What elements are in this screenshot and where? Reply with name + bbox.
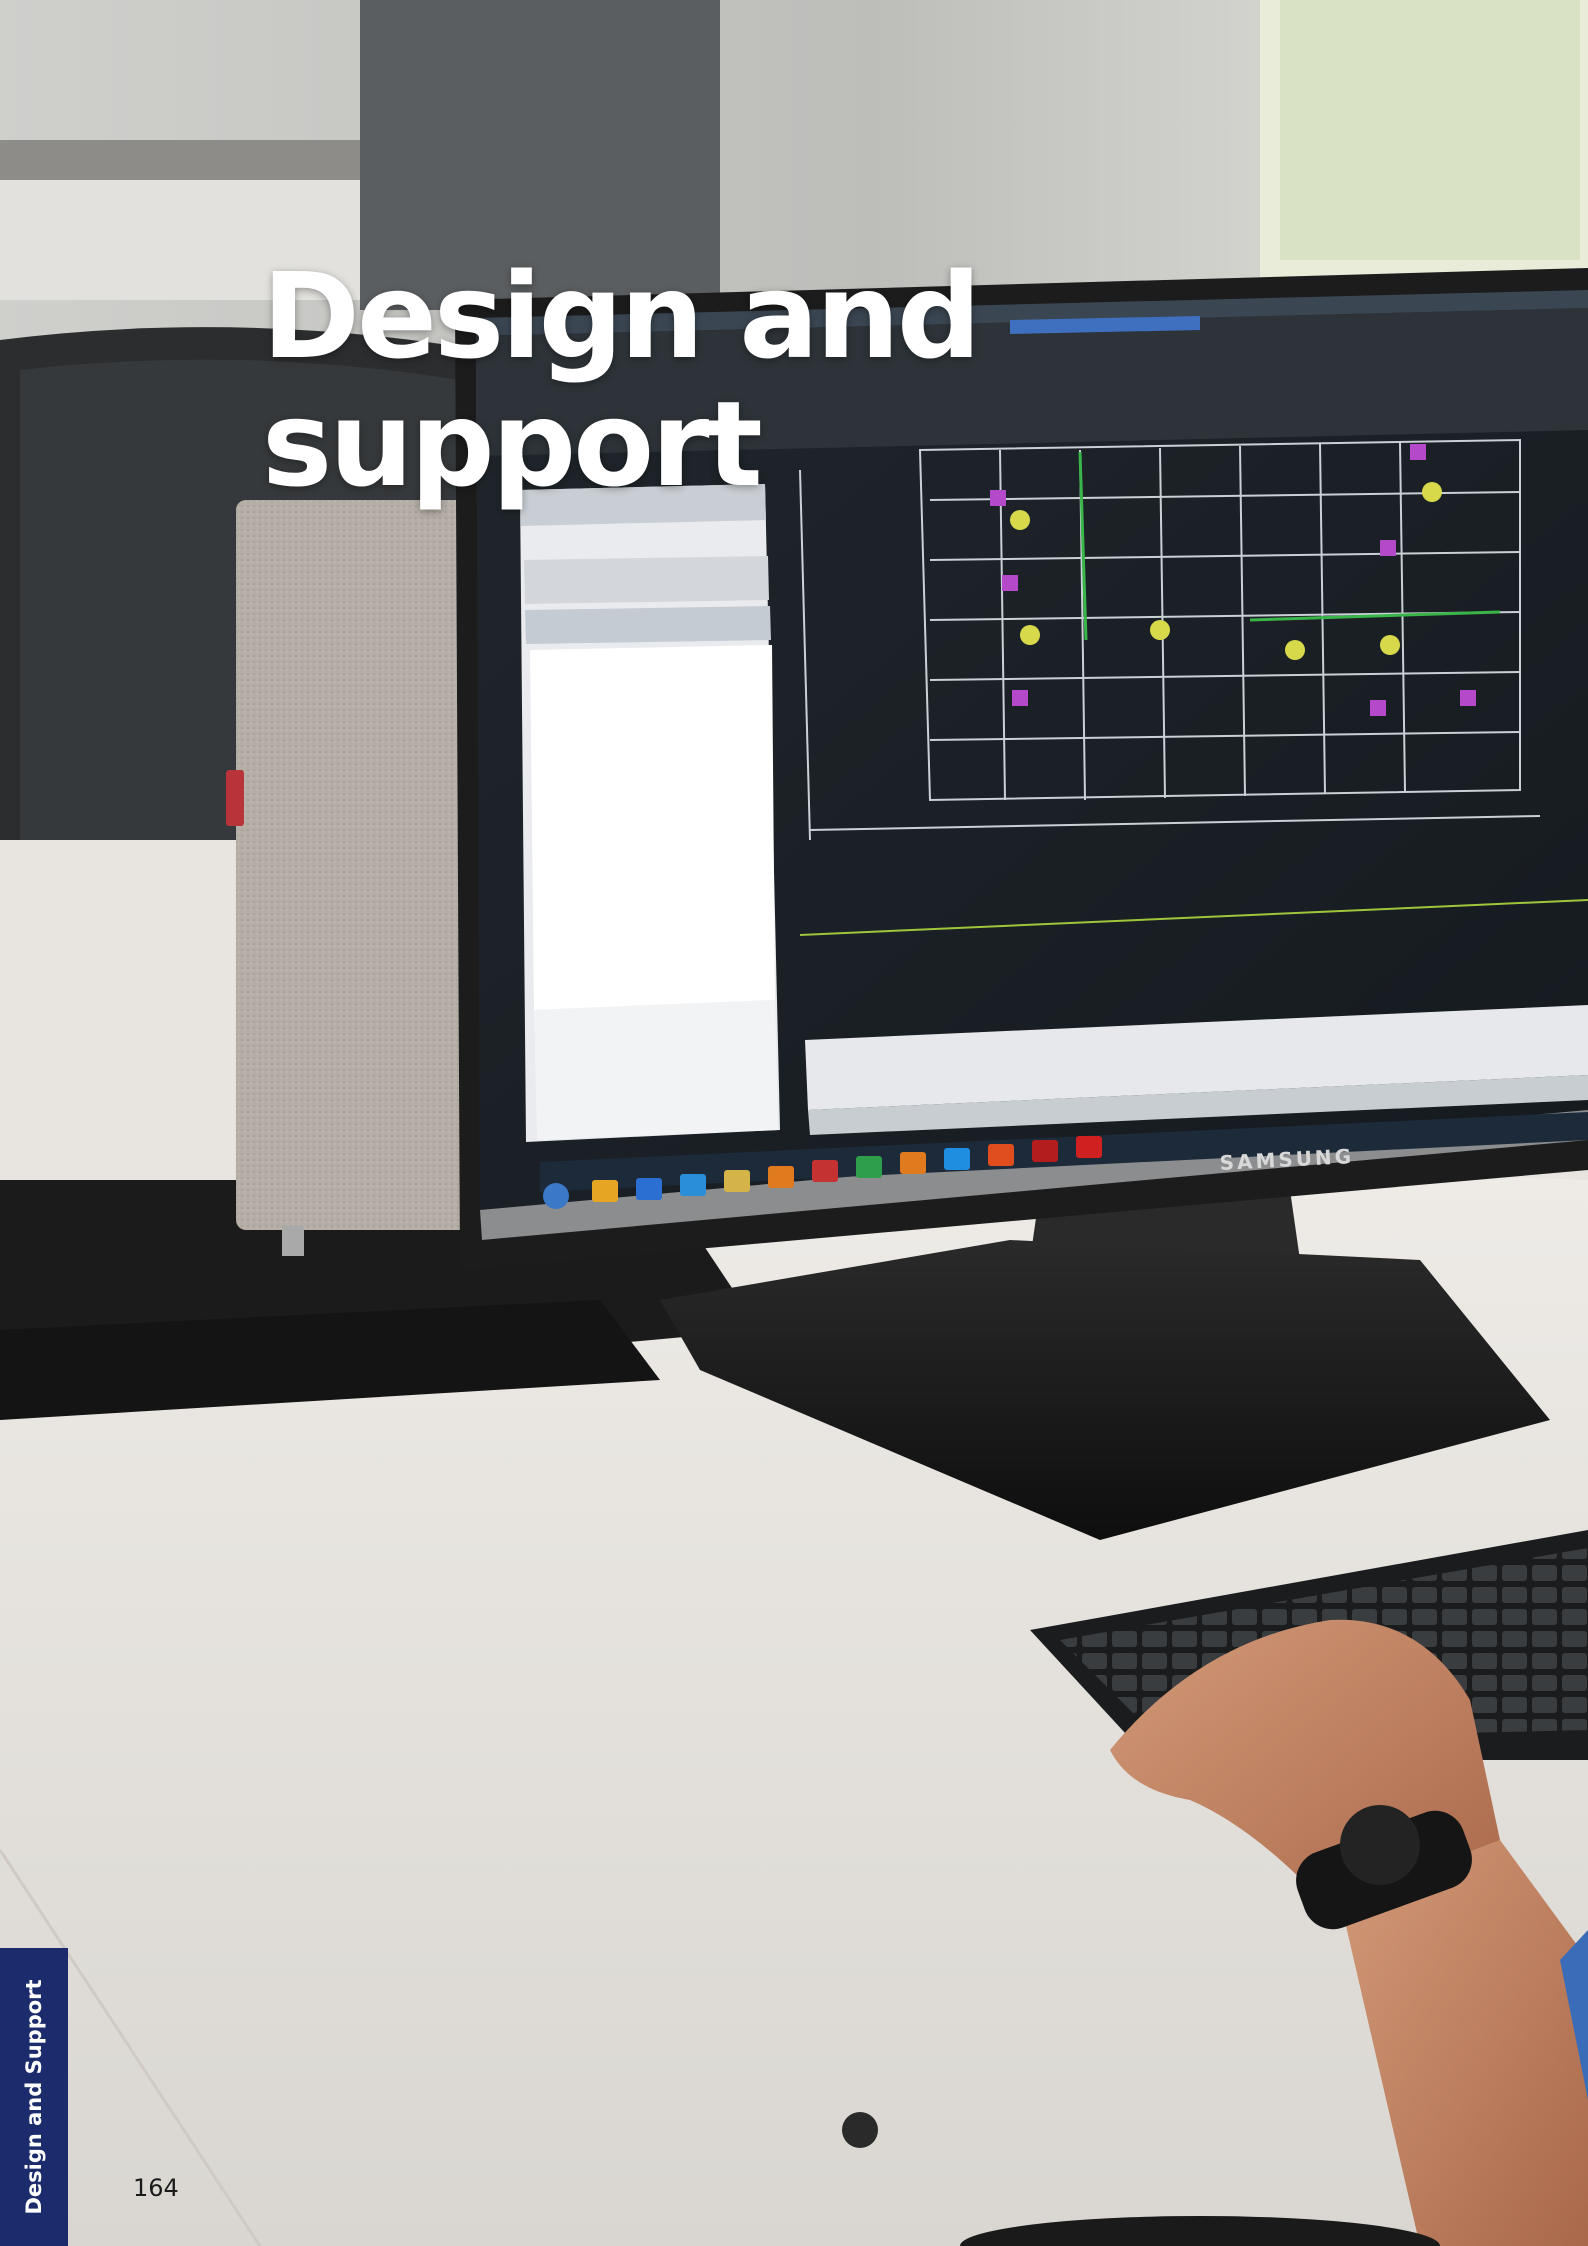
section-tab-label: Design and Support: [22, 1979, 46, 2215]
page-title-line-2: support: [262, 375, 763, 513]
page-title: Design and support: [262, 252, 1022, 508]
page-number: 164: [133, 2174, 179, 2202]
section-tab: Design and Support: [0, 1948, 68, 2246]
page-title-line-1: Design and: [262, 247, 981, 385]
brochure-page: SAMSUNG Design and support Design and Su…: [0, 0, 1588, 2246]
